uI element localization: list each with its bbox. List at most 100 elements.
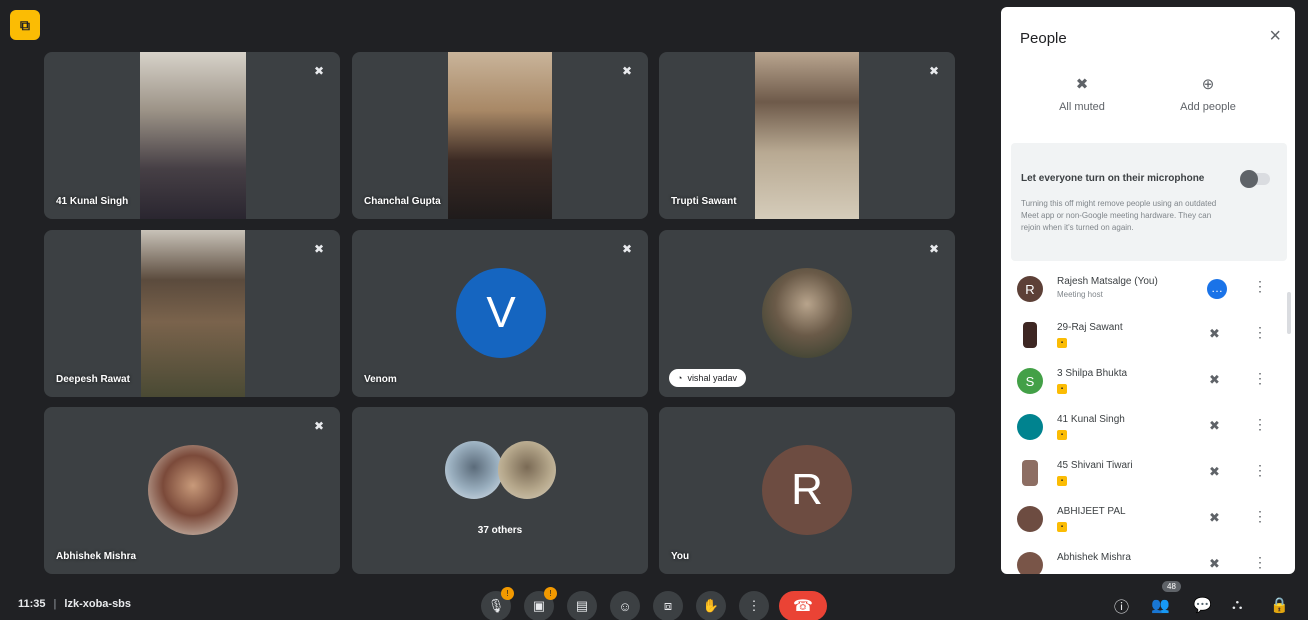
more-options-icon[interactable]: ⋮ [1253,462,1267,479]
meeting-info-icon[interactable]: ⓘ [1114,596,1129,617]
participant-row[interactable]: 45 Shivani Tiwari ▪ ✖ ⋮ [1001,452,1295,498]
participant-name: 45 Shivani Tiwari [1057,460,1133,471]
participant-name: Venom [364,374,397,385]
more-options-icon[interactable]: ⋮ [1253,554,1267,571]
mic-off-icon[interactable]: ✖ [1209,510,1220,526]
participant-video [755,52,859,219]
chat-icon[interactable]: 💬 [1193,596,1212,614]
people-panel: People × ✖ All muted ⊕ Add people Let ev… [1001,7,1295,574]
participant-row[interactable]: ABHIJEET PAL ▪ ✖ ⋮ [1001,498,1295,544]
mic-off-icon[interactable]: ✖ [1209,326,1220,342]
mic-off-icon: ✖ [621,64,633,78]
avatar-initial: R [791,465,823,514]
participant-row[interactable]: S 3 Shilpa Bhukta ▪ ✖ ⋮ [1001,360,1295,406]
more-options-icon[interactable]: ⋮ [1253,278,1267,295]
participant-tile-trupti[interactable]: ✖ Trupti Sawant [659,52,955,219]
add-people-label: Add people [1180,101,1236,113]
all-muted-label: All muted [1059,101,1105,113]
mic-off-icon[interactable]: ✖ [1209,372,1220,388]
participant-count-badge: 48 [1162,581,1181,592]
participant-tile-abhishek[interactable]: ✖ Abhishek Mishra [44,407,340,574]
mic-setting-description: Turning this off might remove people usi… [1021,199,1217,232]
panel-scrollbar[interactable] [1287,292,1291,334]
meeting-app-badge-icon: ⧉ [10,10,40,40]
avatar [762,268,852,358]
participant-tile-kunal[interactable]: ✖ 41 Kunal Singh [44,52,340,219]
participant-row[interactable]: 29-Raj Sawant ▪ ✖ ⋮ [1001,314,1295,360]
presenter-tag-icon: ▪ [1057,430,1067,440]
mic-off-icon[interactable]: ✖ [1209,556,1220,572]
participant-tile-others[interactable]: 37 others [352,407,648,574]
participant-tile-venom[interactable]: V ✖ Venom [352,230,648,397]
participant-name: vishal yadav [687,373,737,383]
reactions-button[interactable]: ☺ [610,591,640,620]
present-button[interactable]: ⧈ [653,591,683,620]
activities-icon[interactable]: ⛬ [1232,596,1243,613]
mic-permission-toggle[interactable] [1240,170,1270,188]
participant-tile-vishal[interactable]: ✖ ◔ vishal yadav [659,230,955,397]
mic-off-icon[interactable]: ✖ [1209,418,1220,434]
participant-video [140,52,246,219]
participant-video [448,52,552,219]
avatar-initial: V [486,288,516,337]
participant-row[interactable]: Abhishek Mishra ✖ ⋮ [1001,544,1295,574]
participant-name: ABHIJEET PAL [1057,506,1126,517]
all-muted-button[interactable]: ✖ All muted [1037,75,1127,113]
avatar [148,445,238,535]
participant-name: Abhishek Mishra [56,551,137,562]
participant-video [141,230,245,397]
avatar [1023,322,1037,348]
mic-off-icon: ✖ [313,64,325,78]
avatar: V [456,268,546,358]
participant-name: 29-Raj Sawant [1057,322,1123,333]
warning-badge-icon: ! [544,587,557,600]
captions-icon: ▤ [575,598,589,613]
participant-name: Chanchal Gupta [364,196,441,207]
mic-off-icon[interactable]: ✖ [1209,464,1220,480]
avatar: R [762,445,852,535]
more-options-icon[interactable]: ⋮ [1253,370,1267,387]
more-options-icon[interactable]: ⋮ [1253,508,1267,525]
present-screen-icon: ⧈ [663,598,673,613]
avatar [1017,414,1043,440]
presenter-tag-icon: ▪ [1057,338,1067,348]
people-icon[interactable]: 👥 [1151,596,1170,614]
participant-name: Deepesh Rawat [56,374,130,385]
participant-tile-you[interactable]: R You [659,407,955,574]
participant-row[interactable]: 41 Kunal Singh ▪ ✖ ⋮ [1001,406,1295,452]
phone-hangup-icon: ☎ [793,598,813,615]
participant-name: Trupti Sawant [671,196,737,207]
microphone-button[interactable]: 🎙 ! [481,587,514,620]
close-icon[interactable]: × [1269,25,1281,48]
pin-icon: ◔ [677,373,683,383]
mic-off-icon: ✖ [928,64,940,78]
participant-name: 3 Shilpa Bhukta [1057,368,1128,379]
more-options-icon[interactable]: ⋮ [1253,416,1267,433]
host-controls-icon[interactable]: 🔒 [1270,596,1289,614]
add-people-button[interactable]: ⊕ Add people [1163,75,1253,113]
mic-off-icon: ✖ [928,242,940,256]
captions-button[interactable]: ▤ [567,591,597,620]
presenter-tag-icon: ▪ [1057,384,1067,394]
participant-name: Abhishek Mishra [1057,552,1131,563]
meeting-details: 11:35 | lzk-xoba-sbs [18,598,131,610]
others-count-label: 37 others [477,525,523,536]
participant-name: Rajesh Matsalge (You) [1057,276,1158,287]
more-options-icon[interactable]: ⋮ [1253,324,1267,341]
participant-tile-deepesh[interactable]: ✖ Deepesh Rawat [44,230,340,397]
more-vert-icon: ⋮ [747,598,761,613]
raise-hand-button[interactable]: ✋ [696,591,726,620]
participant-row-host[interactable]: R Rajesh Matsalge (You) Meeting host … ⋮ [1001,268,1295,314]
mic-off-icon: ✖ [621,242,633,256]
avatar [1017,506,1043,532]
camera-button[interactable]: ▣ ! [524,587,557,620]
participant-tile-chanchal[interactable]: ✖ Chanchal Gupta [352,52,648,219]
host-options-icon[interactable]: … [1207,279,1227,299]
avatar [445,441,503,499]
more-options-button[interactable]: ⋮ [739,591,769,620]
avatar [498,441,556,499]
avatar: R [1017,276,1043,302]
speaking-name-pill: ◔ vishal yadav [669,369,746,387]
end-call-button[interactable]: ☎ [779,591,827,620]
mic-icon: 🎙 [487,598,505,613]
